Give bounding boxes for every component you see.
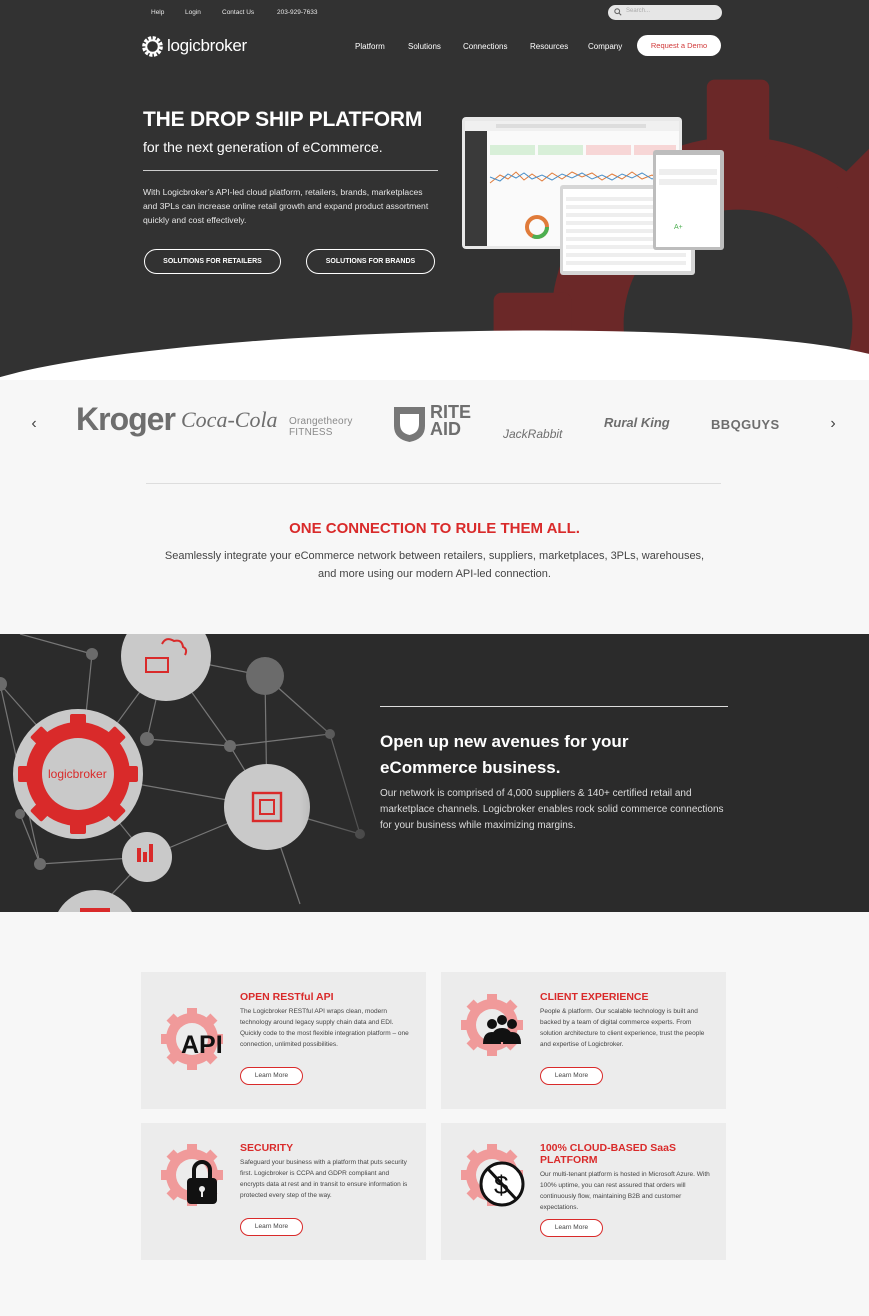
network-title: Open up new avenues for your eCommerce b… (380, 732, 629, 777)
network-body: Our network is comprised of 4,000 suppli… (380, 788, 724, 831)
phone-link[interactable]: 203-929-7633 (277, 9, 317, 16)
feature-body-client: People & platform. Our scalable technolo… (540, 1008, 705, 1048)
feature-card-client: CLIENT EXPERIENCE People & platform. Our… (441, 972, 726, 1109)
rite-aid-crest-icon (393, 406, 426, 443)
brand-logo-rural-king: Rural King (604, 415, 670, 430)
hero-title: THE DROP SHIP PLATFORM (143, 108, 423, 131)
nav-company[interactable]: Company (588, 42, 622, 51)
feature-title-security: SECURITY (240, 1142, 294, 1154)
learn-more-security-button[interactable]: Learn More (240, 1218, 303, 1236)
hero-section: Help Login Contact Us 203-929-7633 Searc… (0, 0, 869, 380)
nav-connections[interactable]: Connections (463, 42, 507, 51)
no-dollar-gear-icon: $ (461, 1144, 525, 1207)
hero-subtitle: for the next generation of eCommerce. (143, 139, 383, 155)
people-gear-icon (461, 994, 523, 1056)
search-icon (614, 8, 622, 16)
nav-resources[interactable]: Resources (530, 42, 568, 51)
svg-text:A+: A+ (674, 224, 683, 231)
help-link[interactable]: Help (151, 9, 164, 16)
contact-link[interactable]: Contact Us (222, 9, 254, 16)
network-section: logicbroker Open up new avenues for your… (0, 634, 869, 912)
utility-bar: Help Login Contact Us 203-929-7633 Searc… (0, 0, 869, 24)
svg-text:API: API (181, 1031, 223, 1059)
search-input[interactable]: Search... (608, 5, 722, 20)
carousel-prev-button[interactable]: ‹ (27, 415, 41, 433)
logo-text: logicbroker (167, 36, 247, 55)
nav-solutions[interactable]: Solutions (408, 42, 441, 51)
api-gear-icon: API (161, 1008, 223, 1070)
feature-title-client: CLIENT EXPERIENCE (540, 991, 649, 1003)
solutions-retailers-button[interactable]: SOLUTIONS FOR RETAILERS (144, 249, 281, 274)
connection-title: ONE CONNECTION TO RULE THEM ALL. (289, 520, 580, 537)
feature-card-security: SECURITY Safeguard your business with a … (141, 1123, 426, 1260)
logo-gear-icon (142, 35, 163, 57)
brand-logo-coca-cola: Coca-Cola (181, 407, 278, 432)
learn-more-cloud-button[interactable]: Learn More (540, 1219, 603, 1237)
network-logo-text: logicbroker (48, 767, 107, 781)
feature-body-security: Safeguard your business with a platform … (240, 1159, 408, 1199)
request-demo-button[interactable]: Request a Demo (637, 35, 721, 56)
learn-more-client-button[interactable]: Learn More (540, 1067, 603, 1085)
hero-divider (143, 170, 438, 171)
brand-logo-rite-aid: RITE AID (430, 402, 472, 439)
site-logo[interactable]: logicbroker (141, 33, 247, 59)
network-divider (380, 706, 728, 707)
nav-platform[interactable]: Platform (355, 42, 385, 51)
hero-body: With Logicbroker’s API-led cloud platfor… (143, 187, 429, 225)
feature-title-cloud: 100% CLOUD-BASED SaaS PLATFORM (540, 1142, 676, 1166)
feature-title-api: OPEN RESTful API (240, 991, 334, 1003)
feature-body-cloud: Our multi-tenant platform is hosted in M… (540, 1171, 710, 1211)
dashboard-screenshot: A+ (462, 117, 724, 275)
page: Help Login Contact Us 203-929-7633 Searc… (0, 0, 869, 1316)
brand-logo-orangetheory: Orangetheory FITNESS (289, 416, 353, 438)
section-divider (146, 483, 721, 484)
login-link[interactable]: Login (185, 9, 201, 16)
search-placeholder: Search... (626, 8, 651, 14)
brand-logo-jackrabbit: JackRabbit (503, 427, 563, 441)
feature-body-api: The Logicbroker RESTful API wraps clean,… (240, 1008, 409, 1048)
feature-card-cloud: $ 100% CLOUD-BASED SaaS PLATFORM Our mul… (441, 1123, 726, 1260)
brand-logo-kroger: Kroger (76, 401, 176, 437)
carousel-next-button[interactable]: › (826, 415, 840, 433)
brand-logo-bbqguys: BBQGUYS (711, 417, 780, 432)
solutions-brands-button[interactable]: SOLUTIONS FOR BRANDS (306, 249, 435, 274)
connection-body: Seamlessly integrate your eCommerce netw… (164, 550, 705, 580)
feature-card-api: API OPEN RESTful API The Logicbroker RES… (141, 972, 426, 1109)
learn-more-api-button[interactable]: Learn More (240, 1067, 303, 1085)
lock-gear-icon (161, 1144, 223, 1206)
